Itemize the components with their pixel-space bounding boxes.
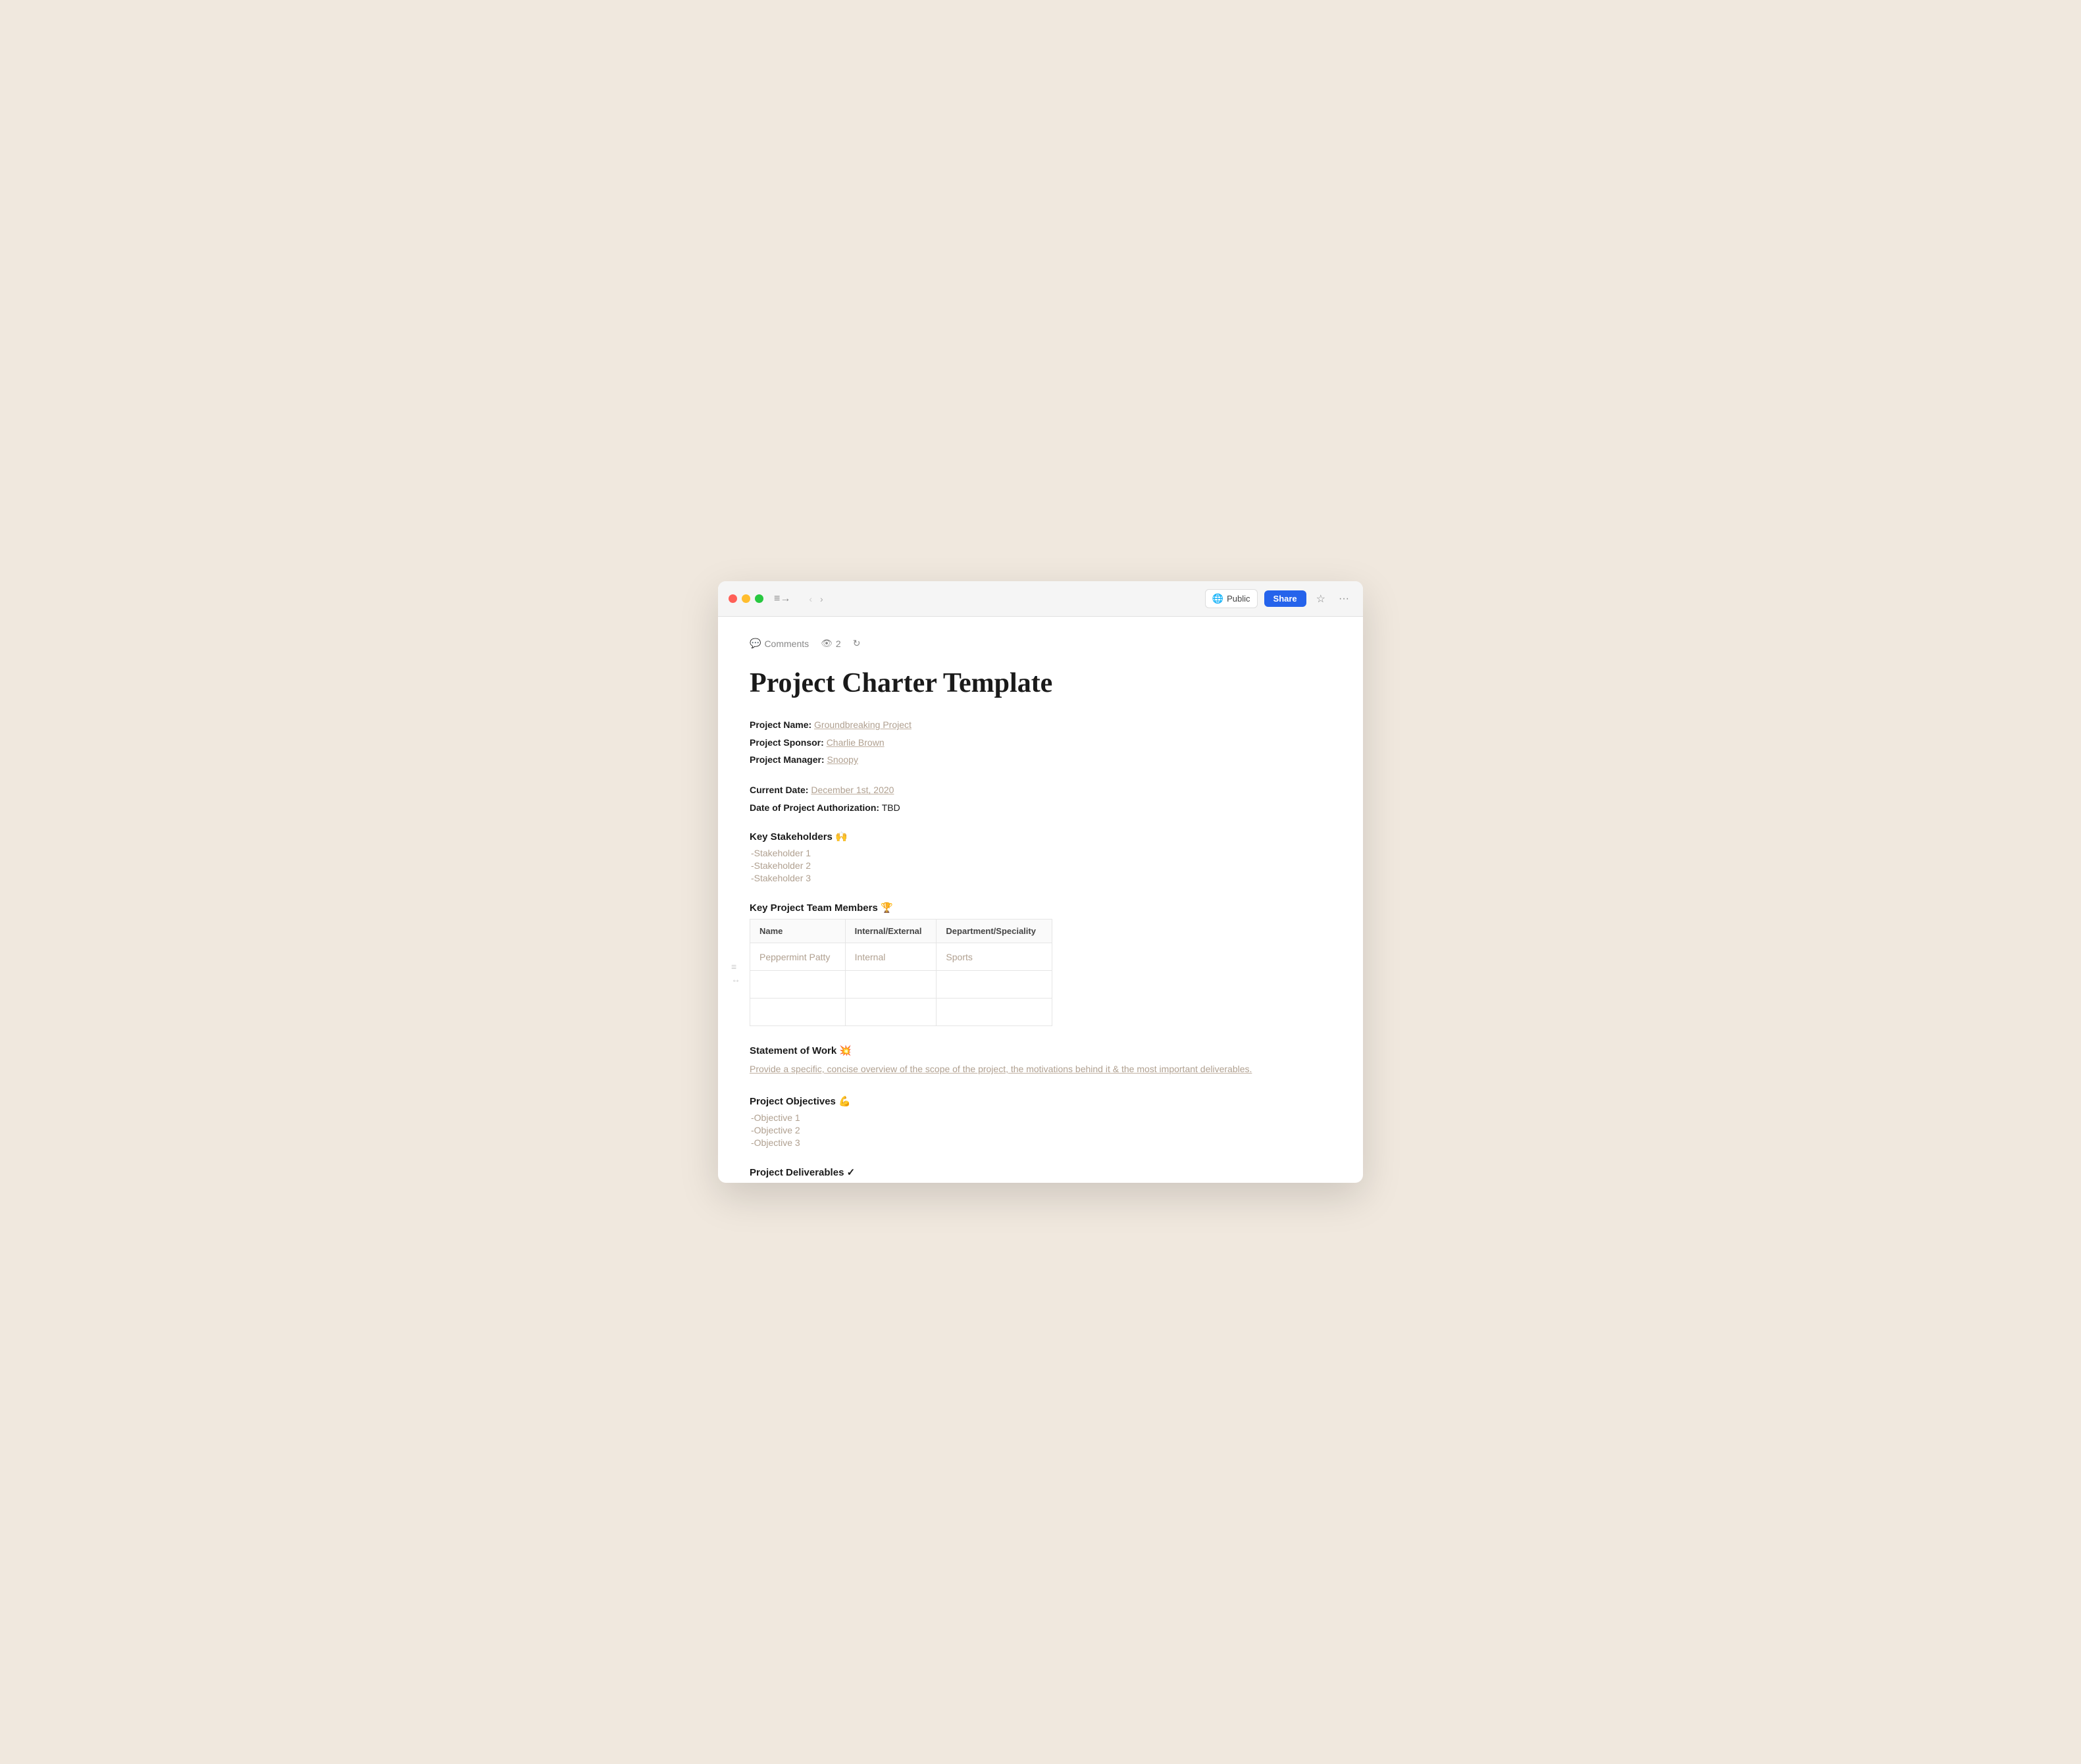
cell-dept-1[interactable]: Sports [937,943,1052,971]
current-date-value[interactable]: December 1st, 2020 [811,785,894,795]
minimize-button[interactable] [742,594,750,603]
stakeholder-2: -Stakeholder 2 [750,860,1331,871]
cell-internal-1[interactable]: Internal [845,943,937,971]
auth-date-value: TBD [882,802,900,813]
col-name: Name [750,920,846,943]
current-date-line: Current Date: December 1st, 2020 [750,783,1331,797]
table-drag-handle[interactable]: ≡ ↔ [731,961,740,984]
content-area: 💬 Comments 👁 2 ↻ Project Charter Templat… [718,617,1363,1183]
cell-name-2[interactable] [750,971,846,999]
team-members-section: Key Project Team Members 🏆 ≡ ↔ Name Inte… [750,902,1331,1026]
auth-date-line: Date of Project Authorization: TBD [750,800,1331,815]
close-button[interactable] [729,594,737,603]
public-button[interactable]: 🌐 Public [1205,589,1258,608]
meta-section: Project Name: Groundbreaking Project Pro… [750,717,1331,767]
refresh-button[interactable]: ↻ [853,638,861,649]
star-icon[interactable]: ☆ [1313,590,1329,608]
cell-dept-2[interactable] [937,971,1052,999]
public-label: Public [1227,594,1250,604]
sidebar-toggle-icon[interactable]: ≡→ [770,592,794,606]
cell-internal-2[interactable] [845,971,937,999]
project-name-line: Project Name: Groundbreaking Project [750,717,1331,732]
handle-icon: ≡ [731,961,740,972]
project-name-label: Project Name: [750,719,811,730]
project-sponsor-label: Project Sponsor: [750,737,824,748]
statement-heading: Statement of Work 💥 [750,1045,1331,1056]
project-name-value[interactable]: Groundbreaking Project [814,719,912,730]
comments-label: Comments [764,638,809,649]
project-sponsor-line: Project Sponsor: Charlie Brown [750,735,1331,750]
objective-3: -Objective 3 [750,1137,1331,1148]
statement-section: Statement of Work 💥 Provide a specific, … [750,1045,1331,1076]
statement-text[interactable]: Provide a specific, concise overview of … [750,1062,1331,1076]
comment-icon: 💬 [750,638,761,649]
maximize-button[interactable] [755,594,763,603]
stakeholders-heading: Key Stakeholders 🙌 [750,831,1331,843]
forward-button[interactable]: › [817,592,826,606]
views-count: 👁 2 [821,638,841,649]
titlebar-left: ≡→ ‹ › [729,592,826,606]
project-sponsor-value[interactable]: Charlie Brown [827,737,885,748]
traffic-lights [729,594,763,603]
cell-name-3[interactable] [750,999,846,1026]
eye-icon: 👁 [821,638,833,649]
col-internal-external: Internal/External [845,920,937,943]
objectives-section: Project Objectives 💪 -Objective 1 -Objec… [750,1095,1331,1148]
app-window: ≡→ ‹ › 🌐 Public Share ☆ ··· 💬 Comments [718,581,1363,1183]
table-row [750,999,1052,1026]
more-options-icon[interactable]: ··· [1335,591,1352,607]
cell-name-1[interactable]: Peppermint Patty [750,943,846,971]
team-heading: Key Project Team Members 🏆 [750,902,1331,914]
comments-button[interactable]: 💬 Comments [750,638,809,649]
table-row: Peppermint Patty Internal Sports [750,943,1052,971]
views-number: 2 [836,638,841,649]
document-title: Project Charter Template [750,667,1331,699]
stakeholder-3: -Stakeholder 3 [750,873,1331,883]
current-date-label: Current Date: [750,785,808,795]
nav-arrows: ‹ › [806,592,825,606]
share-button[interactable]: Share [1264,590,1306,607]
titlebar: ≡→ ‹ › 🌐 Public Share ☆ ··· [718,581,1363,617]
dates-section: Current Date: December 1st, 2020 Date of… [750,783,1331,815]
titlebar-right: 🌐 Public Share ☆ ··· [1205,589,1352,608]
back-button[interactable]: ‹ [806,592,815,606]
objective-2: -Objective 2 [750,1125,1331,1135]
project-manager-value[interactable]: Snoopy [827,754,858,765]
objectives-heading: Project Objectives 💪 [750,1095,1331,1107]
table-header-row: Name Internal/External Department/Specia… [750,920,1052,943]
project-manager-line: Project Manager: Snoopy [750,752,1331,767]
cell-internal-3[interactable] [845,999,937,1026]
team-table-wrapper: ≡ ↔ Name Internal/External Department/Sp… [750,919,1331,1026]
stakeholders-section: Key Stakeholders 🙌 -Stakeholder 1 -Stake… [750,831,1331,883]
objective-1: -Objective 1 [750,1112,1331,1123]
auth-date-label: Date of Project Authorization: [750,802,879,813]
globe-icon: 🌐 [1212,593,1223,604]
resize-icon: ↔ [731,973,740,984]
project-manager-label: Project Manager: [750,754,825,765]
cell-dept-3[interactable] [937,999,1052,1026]
stakeholder-1: -Stakeholder 1 [750,848,1331,858]
deliverables-section: Project Deliverables ✓ -Deliverable 1 -D… [750,1166,1331,1183]
doc-toolbar: 💬 Comments 👁 2 ↻ [750,638,1331,649]
team-table: Name Internal/External Department/Specia… [750,919,1052,1026]
deliverables-heading: Project Deliverables ✓ [750,1166,1331,1178]
col-department: Department/Speciality [937,920,1052,943]
table-row [750,971,1052,999]
refresh-icon: ↻ [853,638,861,649]
